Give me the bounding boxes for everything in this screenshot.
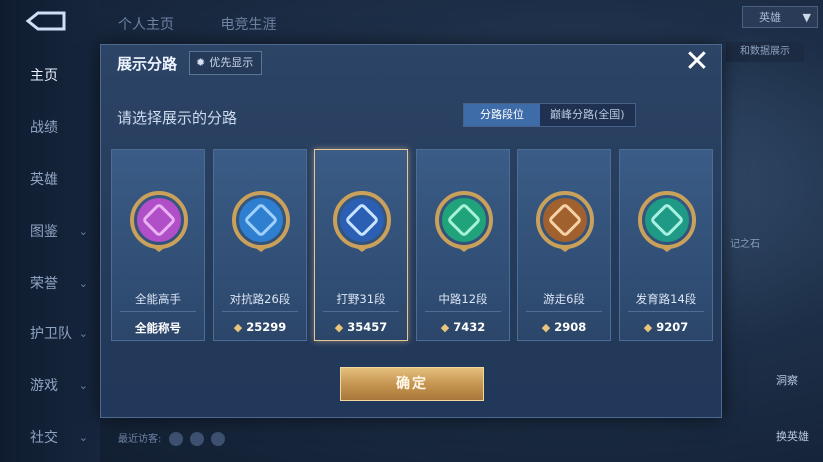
divider <box>425 311 501 312</box>
avatar[interactable] <box>189 432 204 446</box>
lane-score: ◆ 9207 <box>620 320 712 334</box>
lane-score-value: 25299 <box>246 320 287 334</box>
sidebar-item[interactable]: 图鉴 ⌄ <box>0 220 92 244</box>
lane-name: 全能高手 <box>135 292 181 306</box>
lane-emblem-icon <box>232 191 290 252</box>
lane-score-value: 9207 <box>656 320 689 334</box>
sidebar-item-label: 主页 <box>30 68 58 84</box>
lane-display-dialog: 展示分路 ✹ 优先显示 ✕ 请选择展示的分路 分路段位 巅峰分路(全国) 全能高手… <box>100 44 722 418</box>
lane-score-value: 全能称号 <box>135 321 181 335</box>
priority-display-button[interactable]: ✹ 优先显示 <box>189 51 263 75</box>
sidebar-item[interactable]: 英雄 <box>0 168 92 192</box>
sidebar-item-label: 游戏 <box>30 378 58 394</box>
sidebar-item[interactable]: 护卫队 ⌄ <box>0 322 92 346</box>
score-gem-icon: ◆ <box>233 321 243 334</box>
visitors-label: 最近访客: <box>118 434 162 445</box>
avatar[interactable] <box>168 432 183 446</box>
sidebar-item-label: 战绩 <box>30 120 58 136</box>
lane-score-value: 35457 <box>347 320 388 334</box>
chevron-down-icon: ▼ <box>802 11 811 24</box>
sidebar-item[interactable]: 主页 <box>0 64 92 88</box>
divider <box>628 311 704 312</box>
chevron-down-icon: ⌄ <box>78 379 88 392</box>
divider <box>323 311 399 312</box>
hero-select[interactable]: 英雄 ▼ <box>742 6 818 28</box>
lane-emblem-icon <box>130 191 188 252</box>
lane-emblem-icon <box>536 191 594 252</box>
lane-score-value: 7432 <box>453 320 486 334</box>
lane-emblem-icon <box>333 191 391 252</box>
divider <box>526 311 602 312</box>
lane-card[interactable]: 游走6段 ◆ 2908 <box>517 149 611 341</box>
lane-emblem-icon <box>435 191 493 252</box>
sidebar-item-label: 荣誉 <box>30 276 58 292</box>
divider <box>222 311 298 312</box>
side-label: 记之石 <box>730 239 760 250</box>
sidebar-item-label: 图鉴 <box>30 224 58 240</box>
lane-card[interactable]: 中路12段 ◆ 7432 <box>416 149 510 341</box>
sidebar-item-label: 社交 <box>30 430 58 446</box>
chevron-down-icon: ⌄ <box>78 327 88 340</box>
data-display-chip[interactable]: 和数据展示 <box>726 42 804 62</box>
sidebar-item[interactable]: 荣誉 ⌄ <box>0 272 92 296</box>
chevron-down-icon: ⌄ <box>78 225 88 238</box>
lane-emblem-icon <box>638 191 696 252</box>
sidebar-item-label: 护卫队 <box>30 326 72 342</box>
tab-lane-rank[interactable]: 分路段位 <box>464 104 540 126</box>
insight-button[interactable]: 洞察 <box>776 372 798 388</box>
back-icon[interactable] <box>24 10 68 32</box>
sidebar-item[interactable]: 游戏 ⌄ <box>0 374 92 398</box>
divider <box>120 311 196 312</box>
close-icon[interactable]: ✕ <box>683 47 711 77</box>
lane-name: 对抗路26段 <box>229 292 291 306</box>
lane-card[interactable]: 发育路14段 ◆ 9207 <box>619 149 713 341</box>
lane-type-toggle: 分路段位 巅峰分路(全国) <box>463 103 636 127</box>
dialog-subtitle: 请选择展示的分路 <box>117 109 238 127</box>
score-gem-icon: ◆ <box>541 321 551 334</box>
lane-card[interactable]: 对抗路26段 ◆ 25299 <box>213 149 307 341</box>
sidebar-item[interactable]: 战绩 <box>0 116 92 140</box>
recent-visitors: 最近访客: <box>118 430 225 446</box>
lane-name: 游走6段 <box>543 292 585 306</box>
score-gem-icon: ◆ <box>334 321 344 334</box>
chevron-down-icon: ⌄ <box>78 277 88 290</box>
lane-score: 全能称号 <box>112 320 204 336</box>
top-tabs: 个人主页 电竞生涯 <box>118 14 318 34</box>
tab-profile[interactable]: 个人主页 <box>118 17 174 33</box>
avatar[interactable] <box>210 432 225 446</box>
lane-name: 发育路14段 <box>635 292 697 306</box>
sidebar-item[interactable]: 社交 ⌄ <box>0 426 92 450</box>
gear-icon: ✹ <box>196 56 206 69</box>
tab-esports-career[interactable]: 电竞生涯 <box>220 17 276 33</box>
lane-score: ◆ 7432 <box>417 320 509 334</box>
score-gem-icon: ◆ <box>440 321 450 334</box>
priority-display-label: 优先显示 <box>209 56 254 69</box>
confirm-button[interactable]: 确定 <box>340 367 484 401</box>
dialog-title: 展示分路 <box>117 55 178 73</box>
score-gem-icon: ◆ <box>643 321 653 334</box>
chevron-down-icon: ⌄ <box>78 431 88 444</box>
tab-peak-lane-national[interactable]: 巅峰分路(全国) <box>540 104 635 126</box>
lane-name: 中路12段 <box>438 292 488 306</box>
switch-hero-button[interactable]: 换英雄 <box>776 428 809 444</box>
lane-score: ◆ 25299 <box>214 320 306 334</box>
lane-card[interactable]: 全能高手 全能称号 <box>111 149 205 341</box>
lane-name: 打野31段 <box>336 292 386 306</box>
sidebar-item-label: 英雄 <box>30 172 58 188</box>
side-navigation: 主页战绩英雄图鉴 ⌄ 荣誉 ⌄ 护卫队 ⌄ 游戏 ⌄ 社交 ⌄ <box>0 0 100 462</box>
lane-score-value: 2908 <box>554 320 587 334</box>
lane-score: ◆ 2908 <box>518 320 610 334</box>
lane-card[interactable]: 打野31段 ◆ 35457 <box>314 149 408 341</box>
lane-score: ◆ 35457 <box>315 320 407 334</box>
hero-select-value: 英雄 <box>759 11 781 24</box>
